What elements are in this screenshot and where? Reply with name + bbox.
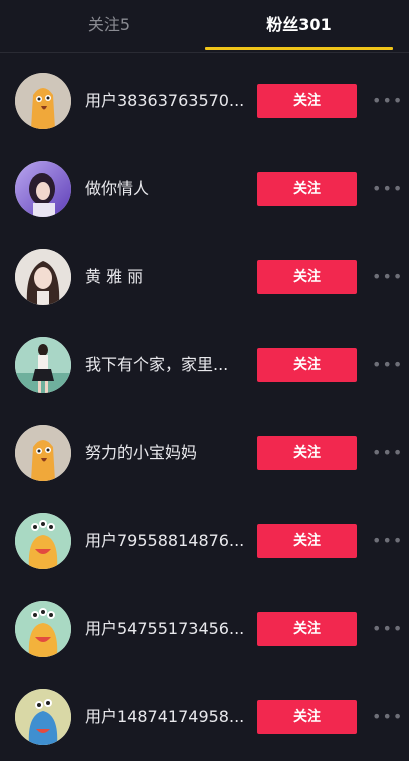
more-dots-icon[interactable]: ••• bbox=[372, 703, 402, 731]
follow-button[interactable]: 关注 bbox=[257, 348, 357, 382]
follow-button[interactable]: 关注 bbox=[257, 700, 357, 734]
user-name[interactable]: 我下有个家，家里... bbox=[85, 321, 245, 409]
list-item[interactable]: 用户14874174958... 关注 ••• bbox=[0, 673, 409, 761]
tab-following[interactable]: 关注5 bbox=[18, 0, 200, 50]
list-item[interactable]: 做你情人 关注 ••• bbox=[0, 145, 409, 233]
tab-bar: 关注5 粉丝301 bbox=[0, 0, 409, 53]
tab-followers[interactable]: 粉丝301 bbox=[205, 0, 393, 50]
girl-in-skirt-photo-avatar[interactable] bbox=[15, 337, 71, 393]
blue-monster-avatar[interactable] bbox=[15, 689, 71, 745]
list-item[interactable]: 努力的小宝妈妈 关注 ••• bbox=[0, 409, 409, 497]
list-item[interactable]: 黄 雅 丽 关注 ••• bbox=[0, 233, 409, 321]
list-item[interactable]: 用户38363763570... 关注 ••• bbox=[0, 57, 409, 145]
list-item[interactable]: 用户79558814876... 关注 ••• bbox=[0, 497, 409, 585]
three-eyed-monster-avatar[interactable] bbox=[15, 513, 71, 569]
long-hair-girl-photo-avatar[interactable] bbox=[15, 249, 71, 305]
more-dots-icon[interactable]: ••• bbox=[372, 263, 402, 291]
follow-button[interactable]: 关注 bbox=[257, 260, 357, 294]
list-item[interactable]: 我下有个家，家里... 关注 ••• bbox=[0, 321, 409, 409]
more-dots-icon[interactable]: ••• bbox=[372, 615, 402, 643]
follow-button[interactable]: 关注 bbox=[257, 172, 357, 206]
list-item[interactable]: 用户54755173456... 关注 ••• bbox=[0, 585, 409, 673]
purple-girl-photo-avatar[interactable] bbox=[15, 161, 71, 217]
active-tab-indicator bbox=[205, 47, 393, 50]
user-name[interactable]: 用户14874174958... bbox=[85, 673, 245, 761]
user-name[interactable]: 做你情人 bbox=[85, 145, 245, 233]
follow-button[interactable]: 关注 bbox=[257, 84, 357, 118]
follow-button[interactable]: 关注 bbox=[257, 612, 357, 646]
more-dots-icon[interactable]: ••• bbox=[372, 439, 402, 467]
three-eyed-monster-avatar[interactable] bbox=[15, 601, 71, 657]
more-dots-icon[interactable]: ••• bbox=[372, 351, 402, 379]
user-name[interactable]: 用户38363763570... bbox=[85, 57, 245, 145]
user-name[interactable]: 黄 雅 丽 bbox=[85, 233, 245, 321]
orange-monster-avatar[interactable] bbox=[15, 425, 71, 481]
follow-button[interactable]: 关注 bbox=[257, 436, 357, 470]
more-dots-icon[interactable]: ••• bbox=[372, 175, 402, 203]
orange-monster-avatar[interactable] bbox=[15, 73, 71, 129]
user-name[interactable]: 努力的小宝妈妈 bbox=[85, 409, 245, 497]
more-dots-icon[interactable]: ••• bbox=[372, 527, 402, 555]
follow-button[interactable]: 关注 bbox=[257, 524, 357, 558]
more-dots-icon[interactable]: ••• bbox=[372, 87, 402, 115]
user-name[interactable]: 用户79558814876... bbox=[85, 497, 245, 585]
user-name[interactable]: 用户54755173456... bbox=[85, 585, 245, 673]
